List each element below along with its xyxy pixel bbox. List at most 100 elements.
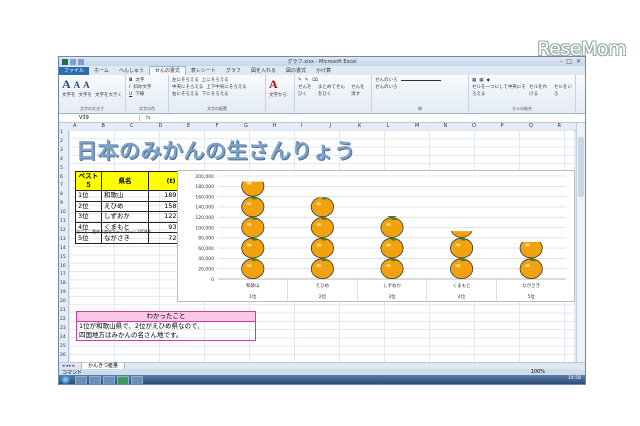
mikan-chart[interactable]: 200,000 180,000 160,000 140,000 120,000 100,0… bbox=[177, 170, 575, 302]
vertical-scrollbar[interactable] bbox=[576, 123, 585, 363]
ribbon-item[interactable]: セルをいろ bbox=[554, 84, 572, 98]
ribbon-item[interactable]: セルをわける bbox=[529, 84, 551, 98]
name-box[interactable]: V39 bbox=[59, 115, 140, 121]
ribbon-item[interactable]: 太字 bbox=[135, 77, 144, 84]
merge-icon[interactable]: ▦ bbox=[472, 77, 476, 84]
italic-icon[interactable]: I bbox=[129, 84, 130, 91]
row-header[interactable]: 10 bbox=[60, 210, 66, 215]
tab-table[interactable]: 表レシート bbox=[186, 67, 221, 75]
ribbon-item[interactable]: 文字を大きく bbox=[95, 92, 122, 99]
column-header[interactable]: H bbox=[273, 123, 277, 129]
row-header[interactable]: 3 bbox=[60, 148, 63, 153]
row-header[interactable]: 20 bbox=[60, 299, 66, 304]
column-header[interactable]: K bbox=[358, 123, 361, 129]
prefecture-cell[interactable]: しずおか bbox=[101, 211, 149, 223]
maximize-button[interactable]: □ bbox=[566, 58, 572, 65]
tab-file[interactable]: ファイル bbox=[59, 67, 90, 75]
row-header[interactable]: 5 bbox=[60, 166, 63, 171]
row-header[interactable]: 1 bbox=[60, 130, 63, 135]
taskbar-app-icon[interactable] bbox=[131, 376, 143, 384]
ribbon-item[interactable]: せんを消す bbox=[351, 84, 368, 98]
ribbon-item[interactable]: 中央にそろえる bbox=[172, 84, 203, 91]
row-header[interactable]: 26 bbox=[60, 353, 66, 358]
taskbar-folder-icon[interactable] bbox=[89, 376, 101, 384]
ribbon-item[interactable]: 上下中央にそろえる bbox=[206, 84, 246, 91]
ribbon-item[interactable]: 下線 bbox=[135, 91, 144, 98]
column-header[interactable]: D bbox=[159, 123, 163, 129]
font-grow-icon[interactable]: A bbox=[62, 77, 71, 92]
row-header[interactable]: 16 bbox=[60, 264, 66, 269]
row-header[interactable]: 14 bbox=[60, 246, 66, 251]
column-header[interactable]: M bbox=[415, 123, 419, 129]
ribbon-item[interactable]: まとめてせんをひく bbox=[318, 84, 348, 98]
tab-line-format[interactable]: せんの書式 bbox=[148, 66, 186, 75]
ribbon-item[interactable]: 右にそろえる bbox=[172, 91, 199, 98]
prefecture-cell[interactable]: えひめ bbox=[101, 200, 149, 213]
draw-all-icon[interactable]: ✎ bbox=[305, 77, 309, 84]
row-header[interactable]: 25 bbox=[60, 344, 66, 349]
column-header[interactable]: R bbox=[558, 123, 561, 129]
ribbon-item[interactable]: せんのいろ bbox=[375, 77, 398, 84]
column-header[interactable]: A bbox=[73, 123, 76, 129]
column-header[interactable]: Q bbox=[529, 123, 533, 129]
row-header[interactable]: 15 bbox=[60, 255, 66, 260]
minimize-button[interactable]: - bbox=[560, 58, 562, 65]
row-header[interactable]: 23 bbox=[60, 326, 66, 331]
cell-color-icon[interactable]: ◆ bbox=[487, 77, 490, 84]
eraser-icon[interactable]: ⌫ bbox=[312, 77, 318, 84]
row-header[interactable]: 17 bbox=[60, 272, 66, 277]
row-header[interactable]: 24 bbox=[60, 335, 66, 340]
prefecture-cell[interactable]: 和歌山 bbox=[101, 190, 149, 202]
draw-line-icon[interactable]: ✎ bbox=[298, 77, 302, 84]
column-header[interactable]: F bbox=[216, 123, 219, 129]
ribbon-item[interactable]: 文字から bbox=[269, 92, 287, 99]
row-header[interactable]: 22 bbox=[60, 317, 66, 322]
ribbon-item[interactable]: セルを一つにして中央にそろえる bbox=[472, 84, 526, 98]
taskbar-ie-icon[interactable] bbox=[75, 376, 87, 384]
table-header[interactable]: 県名 bbox=[101, 171, 149, 191]
column-header[interactable]: B bbox=[102, 123, 105, 129]
save-icon[interactable] bbox=[70, 58, 76, 65]
bold-icon[interactable]: B bbox=[129, 77, 132, 84]
ribbon-item[interactable]: 斜め文字 bbox=[133, 84, 151, 91]
row-header[interactable]: 6 bbox=[60, 175, 63, 180]
row-header[interactable]: 12 bbox=[60, 228, 66, 233]
row-header[interactable]: 4 bbox=[60, 157, 63, 162]
ribbon-item[interactable]: せんをひく bbox=[298, 84, 315, 98]
column-header[interactable]: J bbox=[330, 123, 331, 129]
row-header[interactable]: 19 bbox=[60, 290, 66, 295]
row-header[interactable]: 18 bbox=[60, 281, 66, 286]
column-header[interactable]: P bbox=[501, 123, 504, 129]
row-header[interactable]: 13 bbox=[60, 237, 66, 242]
taskbar-media-icon[interactable] bbox=[103, 376, 115, 384]
font-grow2-icon[interactable]: A bbox=[83, 80, 90, 90]
rank-cell[interactable]: 2位 bbox=[75, 200, 102, 213]
text-color-icon[interactable]: A bbox=[269, 77, 278, 92]
close-button[interactable]: × bbox=[576, 58, 581, 65]
ribbon-item[interactable]: せんのいろ bbox=[375, 84, 398, 91]
ribbon-item[interactable]: 文字を bbox=[79, 92, 93, 99]
scroll-thumb[interactable] bbox=[578, 137, 584, 197]
column-header[interactable]: E bbox=[187, 123, 190, 129]
ribbon-item[interactable]: 文字を bbox=[62, 92, 76, 99]
row-header[interactable]: 2 bbox=[60, 139, 63, 144]
tab-insert-figure[interactable]: 図を入れる bbox=[246, 67, 281, 75]
split-icon[interactable]: ▦ bbox=[479, 77, 483, 84]
tab-home[interactable]: ホーム bbox=[89, 67, 114, 75]
font-shrink-icon[interactable]: A bbox=[74, 80, 81, 90]
column-header[interactable]: N bbox=[444, 123, 448, 129]
row-header[interactable]: 21 bbox=[60, 308, 66, 313]
tab-figure-format[interactable]: 図の書式 bbox=[281, 67, 311, 75]
tab-chart[interactable]: グラフ bbox=[221, 67, 246, 75]
taskbar-excel-icon[interactable] bbox=[117, 376, 129, 384]
tab-multiply[interactable]: かけ算 bbox=[311, 67, 336, 75]
row-header[interactable]: 8 bbox=[60, 192, 63, 197]
bar-mikan-stack[interactable] bbox=[241, 176, 265, 279]
row-header[interactable]: 7 bbox=[60, 183, 63, 188]
column-header[interactable]: L bbox=[387, 123, 390, 129]
underline-icon[interactable]: U bbox=[129, 91, 132, 98]
column-header[interactable]: G bbox=[244, 123, 248, 129]
rank-cell[interactable]: 3位 bbox=[75, 211, 102, 223]
table-header[interactable]: ベスト５ bbox=[75, 171, 102, 191]
column-header[interactable]: O bbox=[472, 123, 476, 129]
